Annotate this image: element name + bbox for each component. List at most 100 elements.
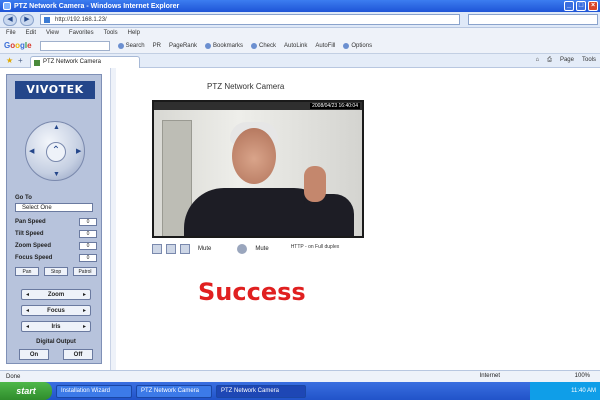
window-title: PTZ Network Camera - Windows Internet Ex… bbox=[14, 2, 180, 10]
google-search-input[interactable] bbox=[39, 40, 110, 51]
focus-far-icon[interactable]: ▸ bbox=[83, 307, 86, 314]
video-person-face bbox=[232, 128, 276, 184]
security-zone: Internet bbox=[479, 373, 500, 379]
maximize-button[interactable]: □ bbox=[576, 1, 586, 11]
search-icon bbox=[117, 42, 124, 49]
digital-output-label: Digital Output bbox=[36, 339, 76, 345]
menu-help[interactable]: Help bbox=[128, 30, 140, 36]
page-icon bbox=[44, 17, 50, 23]
goto-preset-select[interactable]: Select One bbox=[15, 203, 93, 212]
window-titlebar: PTZ Network Camera - Windows Internet Ex… bbox=[0, 0, 600, 12]
zoom-control: ◂ Zoom ▸ bbox=[21, 289, 91, 300]
pan-speed-select[interactable]: 0 bbox=[79, 217, 97, 226]
tilt-speed-select[interactable]: 0 bbox=[79, 229, 97, 238]
address-bar: ◀ ▶ http://192.168.1.23/ bbox=[0, 12, 600, 28]
forward-button[interactable]: ▶ bbox=[20, 13, 34, 26]
tab-ptz-camera[interactable]: PTZ Network Camera bbox=[30, 56, 140, 68]
task-ptz-camera-2[interactable]: PTZ Network Camera bbox=[216, 384, 306, 398]
zoom-speed-row: Zoom Speed 0 bbox=[15, 241, 97, 250]
back-button[interactable]: ◀ bbox=[3, 13, 17, 26]
speaker-mute-label[interactable]: Mute bbox=[198, 244, 211, 254]
pan-speed-row: Pan Speed 0 bbox=[15, 217, 97, 226]
pan-up-arrow-icon[interactable]: ▲ bbox=[53, 124, 60, 131]
iris-label: Iris bbox=[51, 323, 61, 330]
success-message: Success bbox=[198, 278, 306, 306]
tools-menu[interactable]: Tools bbox=[582, 57, 596, 64]
focus-speed-row: Focus Speed 0 bbox=[15, 253, 97, 262]
menu-view[interactable]: View bbox=[46, 30, 59, 36]
focus-control: ◂ Focus ▸ bbox=[21, 305, 91, 316]
zoom-level[interactable]: 100% bbox=[575, 373, 590, 379]
speaker-icon[interactable] bbox=[180, 244, 190, 254]
url-text: http://192.168.1.23/ bbox=[55, 17, 107, 23]
address-field[interactable]: http://192.168.1.23/ bbox=[40, 14, 460, 25]
home-position-button[interactable]: ⌃ bbox=[46, 142, 66, 162]
google-toolbar: Google Search PR PageRank Bookmarks Chec… bbox=[0, 38, 600, 54]
focus-near-icon[interactable]: ◂ bbox=[26, 307, 29, 314]
zoom-speed-label: Zoom Speed bbox=[15, 242, 52, 249]
digital-output-buttons: On Off bbox=[19, 349, 93, 360]
toolbar-check[interactable]: Check bbox=[251, 42, 276, 49]
focus-label: Focus bbox=[47, 307, 65, 314]
stop-button[interactable]: Stop bbox=[44, 267, 68, 276]
options-icon bbox=[343, 42, 350, 49]
pan-left-arrow-icon[interactable]: ◀ bbox=[29, 147, 34, 155]
tab-bar: ★ + PTZ Network Camera ⌂ ⎙ Page Tools bbox=[0, 54, 600, 68]
pan-right-arrow-icon[interactable]: ▶ bbox=[76, 147, 81, 155]
record-icon[interactable] bbox=[166, 244, 176, 254]
zoom-in-icon[interactable]: ▸ bbox=[83, 291, 86, 298]
live-video-view[interactable]: 2008/04/23 16:40:04 bbox=[152, 100, 364, 238]
video-timestamp: 2008/04/23 16:40:04 bbox=[310, 103, 360, 109]
toolbar-search[interactable]: Search bbox=[117, 42, 145, 49]
page-menu[interactable]: Page bbox=[560, 57, 574, 64]
live-search-input[interactable] bbox=[468, 14, 598, 25]
iris-control: ◂ Iris ▸ bbox=[21, 321, 91, 332]
tab-title: PTZ Network Camera bbox=[43, 59, 102, 65]
favorites-star-icon[interactable]: ★ bbox=[6, 57, 13, 65]
toolbar-options[interactable]: Options bbox=[343, 42, 372, 49]
menu-file[interactable]: File bbox=[6, 30, 16, 36]
google-logo: Google bbox=[4, 41, 32, 50]
menu-edit[interactable]: Edit bbox=[26, 30, 36, 36]
focus-speed-select[interactable]: 0 bbox=[79, 253, 97, 262]
ie-icon bbox=[3, 2, 11, 10]
iris-close-icon[interactable]: ◂ bbox=[26, 323, 29, 330]
patrol-button[interactable]: Patrol bbox=[73, 267, 97, 276]
zoom-out-icon[interactable]: ◂ bbox=[26, 291, 29, 298]
window-controls: _ □ × bbox=[564, 1, 598, 11]
ptz-direction-pad[interactable]: ▲ ▼ ◀ ▶ ⌃ bbox=[25, 121, 85, 181]
task-installation-wizard[interactable]: Installation Wizard bbox=[56, 384, 132, 398]
toolbar-autolink[interactable]: AutoLink bbox=[284, 43, 307, 49]
menu-favorites[interactable]: Favorites bbox=[69, 30, 94, 36]
print-icon[interactable]: ⎙ bbox=[547, 57, 552, 64]
zoom-speed-select[interactable]: 0 bbox=[79, 241, 97, 250]
minimize-button[interactable]: _ bbox=[564, 1, 574, 11]
toolbar-pagerank[interactable]: PageRank bbox=[169, 43, 197, 49]
sidebar-scrollbar[interactable] bbox=[110, 68, 116, 370]
snapshot-icon[interactable] bbox=[152, 244, 162, 254]
ptz-control-panel: VIVOTEK ▲ ▼ ◀ ▶ ⌃ Go To Select One Pan S… bbox=[6, 74, 102, 364]
digital-output-on-button[interactable]: On bbox=[19, 349, 49, 360]
goto-label: Go To bbox=[15, 195, 32, 201]
mic-mute-label[interactable]: Mute bbox=[255, 244, 268, 254]
command-bar: ⌂ ⎙ Page Tools bbox=[536, 57, 596, 64]
microphone-icon[interactable] bbox=[237, 244, 248, 254]
start-button[interactable]: start bbox=[0, 382, 52, 400]
toolbar-pr[interactable]: PR bbox=[153, 43, 161, 49]
page-title: PTZ Network Camera bbox=[207, 82, 285, 91]
status-bar: Done Internet 100% bbox=[0, 370, 600, 382]
toolbar-bookmarks[interactable]: Bookmarks bbox=[204, 42, 243, 49]
close-button[interactable]: × bbox=[588, 1, 598, 11]
toolbar-autofill[interactable]: AutoFill bbox=[315, 43, 335, 49]
pan-button[interactable]: Pan bbox=[15, 267, 39, 276]
pan-down-arrow-icon[interactable]: ▼ bbox=[53, 171, 60, 178]
home-icon[interactable]: ⌂ bbox=[536, 57, 540, 64]
digital-output-off-button[interactable]: Off bbox=[63, 349, 93, 360]
add-favorites-icon[interactable]: + bbox=[18, 57, 23, 65]
iris-open-icon[interactable]: ▸ bbox=[83, 323, 86, 330]
menu-tools[interactable]: Tools bbox=[104, 30, 118, 36]
task-ptz-camera-1[interactable]: PTZ Network Camera bbox=[136, 384, 212, 398]
pan-speed-label: Pan Speed bbox=[15, 218, 46, 225]
tab-page-icon bbox=[34, 60, 40, 66]
video-toolbar: Mute Mute HTTP - on Full duplex bbox=[152, 244, 367, 260]
